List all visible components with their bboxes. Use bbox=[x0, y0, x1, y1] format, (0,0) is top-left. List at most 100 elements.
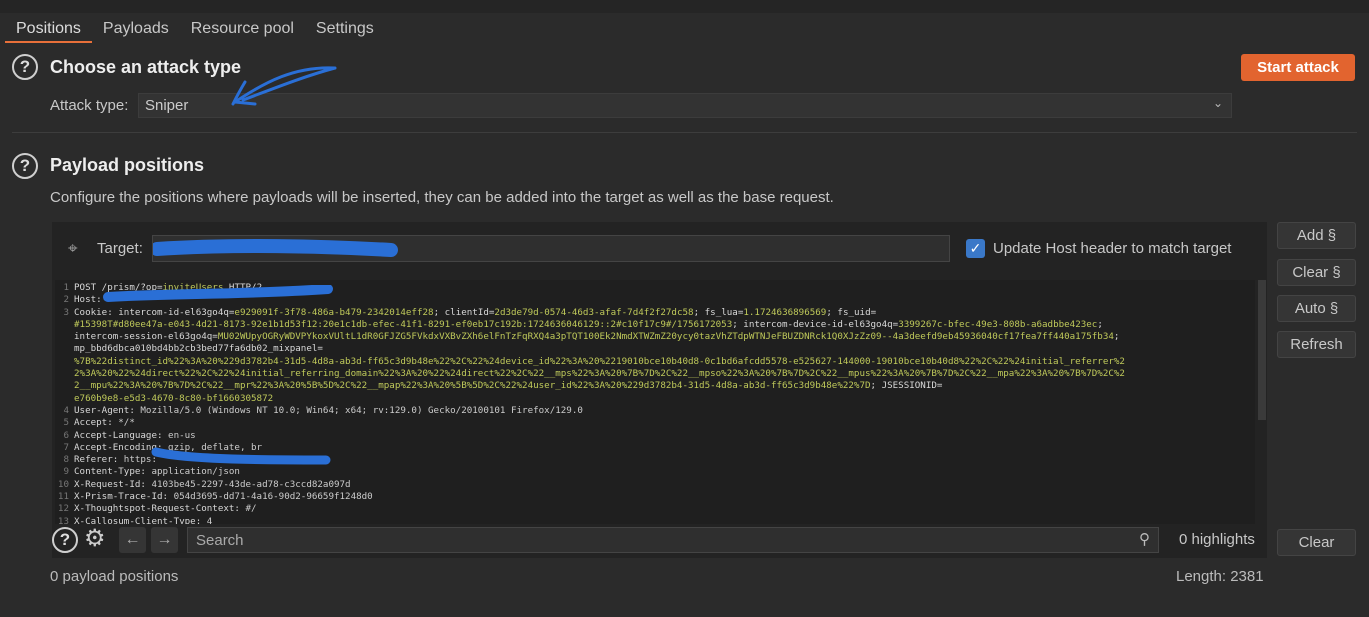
request-text: Content-Type: bbox=[74, 466, 152, 478]
request-length: Length: 2381 bbox=[1176, 568, 1264, 585]
request-text: 1.1724636896569 bbox=[743, 306, 827, 318]
request-text: ; intercom-device-id-el63go4q= bbox=[732, 318, 899, 330]
search-input[interactable]: Search ⚲ bbox=[187, 527, 1159, 553]
request-line: 11 X-Prism-Trace-Id: 054d3695-dd71-4a16-9… bbox=[55, 491, 1255, 503]
request-text: X-Prism-Trace-Id: bbox=[74, 491, 174, 503]
help-icon[interactable]: ? bbox=[52, 527, 78, 553]
request-text: ; JSESSIONID= bbox=[870, 380, 943, 392]
line-number bbox=[55, 393, 69, 405]
line-number: 2 bbox=[63, 294, 69, 306]
payload-positions-description: Configure the positions where payloads w… bbox=[50, 189, 834, 206]
request-text: application/json bbox=[151, 466, 240, 478]
payload-positions-heading: Payload positions bbox=[50, 155, 205, 175]
redaction-mark bbox=[151, 447, 331, 465]
tab-resource-pool[interactable]: Resource pool bbox=[180, 15, 305, 43]
request-text: 2%3A%20%22%24direct%22%2C%22%24initial_r… bbox=[74, 368, 1125, 380]
request-text: 4103be45-2297-43de-ad78-c3ccd82a097d bbox=[151, 478, 351, 490]
request-editor[interactable]: 1 POST /prism/?op= inviteUsers HTTP/2 2 Host… bbox=[55, 280, 1255, 524]
clear-markers-button[interactable]: Clear § bbox=[1277, 259, 1356, 286]
request-line: 3 Cookie: intercom-id-el63go4q= e929091f-3… bbox=[55, 307, 1255, 319]
line-number: 5 bbox=[63, 417, 69, 429]
request-text: Accept: bbox=[74, 417, 119, 429]
request-line: 4 User-Agent: Mozilla/5.0 (Windows NT 10.… bbox=[55, 405, 1255, 417]
target-input[interactable] bbox=[152, 235, 950, 262]
request-text: ; bbox=[1113, 331, 1120, 343]
line-number: 1 bbox=[63, 282, 69, 293]
request-text: 2__mpu%22%3A%20%7B%7D%2C%22__mpr%22%3A%2… bbox=[74, 380, 871, 392]
request-text: e929091f-3f78-486a-b479-2342014eff28 bbox=[234, 306, 434, 318]
request-text: e760b9e8-e5d3-4670-8c80-bf1660305872 bbox=[74, 392, 274, 404]
request-text: Accept-Language: bbox=[74, 429, 169, 441]
attack-type-heading: Choose an attack type bbox=[50, 57, 242, 77]
line-number: 4 bbox=[63, 404, 69, 416]
gear-icon[interactable]: ⚙ bbox=[84, 524, 106, 553]
request-text: intercom-session-el63go4q= bbox=[74, 331, 218, 343]
clear-search-button[interactable]: Clear bbox=[1277, 529, 1356, 556]
arrow-right-icon[interactable]: → bbox=[151, 527, 178, 553]
help-icon[interactable]: ? bbox=[12, 153, 38, 179]
line-number: 12 bbox=[57, 503, 69, 515]
redaction-mark bbox=[103, 285, 333, 302]
line-number bbox=[55, 331, 69, 343]
request-line: #15398T#d80ee47a-e043-4d21-8173-92e1b1d5… bbox=[55, 319, 1255, 331]
request-text: X-Thoughtspot-Request-Context: bbox=[74, 503, 246, 515]
request-text: en-us bbox=[168, 429, 196, 441]
request-text: ; clientId= bbox=[433, 306, 495, 318]
redaction-mark bbox=[153, 239, 398, 257]
request-text: mp_bbd6dbca010bd4bb2cb3bed77fa6db02_mixp… bbox=[74, 343, 323, 355]
add-marker-button[interactable]: Add § bbox=[1277, 222, 1356, 249]
line-number: 11 bbox=[57, 491, 69, 503]
request-line: 12 X-Thoughtspot-Request-Context: #/ bbox=[55, 503, 1255, 515]
intruder-tabs: Positions Payloads Resource pool Setting… bbox=[5, 15, 385, 43]
line-number: 9 bbox=[63, 466, 69, 478]
request-line: intercom-session-el63go4q= MU02WUpyOGRyWD… bbox=[55, 331, 1255, 343]
request-line: 2__mpu%22%3A%20%7B%7D%2C%22__mpr%22%3A%2… bbox=[55, 380, 1255, 392]
search-icon: ⚲ bbox=[1139, 531, 1150, 548]
line-number: 7 bbox=[63, 441, 69, 453]
request-line: 5 Accept: */* bbox=[55, 417, 1255, 429]
request-text: ; bbox=[1097, 318, 1103, 330]
request-text: User-Agent: bbox=[74, 404, 141, 416]
request-line: mp_bbd6dbca010bd4bb2cb3bed77fa6db02_mixp… bbox=[55, 343, 1255, 355]
start-attack-button[interactable]: Start attack bbox=[1241, 54, 1355, 81]
line-number bbox=[55, 319, 69, 331]
request-text: X-Request-Id: bbox=[74, 478, 152, 490]
update-host-checkbox[interactable]: ✓ bbox=[966, 239, 985, 258]
tab-payloads[interactable]: Payloads bbox=[92, 15, 180, 43]
request-text: Referer: bbox=[74, 454, 124, 466]
request-text: ; fs_uid= bbox=[826, 306, 877, 318]
request-text: X-Callosum-Client-Type: bbox=[74, 515, 207, 524]
chevron-down-icon: ⌄ bbox=[1212, 96, 1223, 110]
line-number: 3 bbox=[63, 306, 69, 318]
crosshair-icon: ⌖ bbox=[68, 239, 78, 258]
annotation-scribble bbox=[231, 66, 337, 106]
help-icon[interactable]: ? bbox=[12, 54, 38, 80]
request-text: MU02WUpyOGRyWDVPYkoxVUltL1dR0GFJZG5FVkdx… bbox=[217, 331, 1114, 343]
line-number: 8 bbox=[63, 454, 69, 466]
request-text: 054d3695-dd71-4a16-90d2-96659f1248d0 bbox=[173, 491, 373, 503]
request-text: */* bbox=[118, 417, 135, 429]
request-text: 3399267c-bfec-49e3-808b-a6adbbe423ec bbox=[898, 318, 1098, 330]
arrow-left-icon[interactable]: ← bbox=[119, 527, 146, 553]
request-line: 9 Content-Type: application/json bbox=[55, 466, 1255, 478]
section-divider bbox=[12, 132, 1357, 133]
request-text: 2d3de79d-0574-46d3-afaf-7d4f2f27dc58 bbox=[494, 306, 694, 318]
line-number: 10 bbox=[57, 478, 69, 490]
search-placeholder: Search bbox=[196, 532, 244, 549]
tab-positions[interactable]: Positions bbox=[5, 15, 92, 43]
tab-settings[interactable]: Settings bbox=[305, 15, 385, 43]
request-text: Mozilla/5.0 (Windows NT 10.0; Win64; x64… bbox=[140, 404, 583, 416]
highlights-count: 0 highlights bbox=[1179, 531, 1255, 548]
request-line: 2%3A%20%22%24direct%22%2C%22%24initial_r… bbox=[55, 368, 1255, 380]
attack-type-label: Attack type: bbox=[50, 97, 129, 114]
auto-markers-button[interactable]: Auto § bbox=[1277, 295, 1356, 322]
request-text: #/ bbox=[245, 503, 257, 515]
refresh-button[interactable]: Refresh bbox=[1277, 331, 1356, 358]
line-number bbox=[55, 368, 69, 380]
request-text: ; fs_lua= bbox=[693, 306, 744, 318]
editor-scrollbar[interactable] bbox=[1258, 280, 1266, 420]
request-text: #15398T#d80ee47a-e043-4d21-8173-92e1b1d5… bbox=[74, 318, 733, 330]
request-line: e760b9e8-e5d3-4670-8c80-bf1660305872 bbox=[55, 393, 1255, 405]
attack-type-value: Sniper bbox=[145, 97, 189, 114]
request-line: 13 X-Callosum-Client-Type: 4 bbox=[55, 516, 1255, 524]
